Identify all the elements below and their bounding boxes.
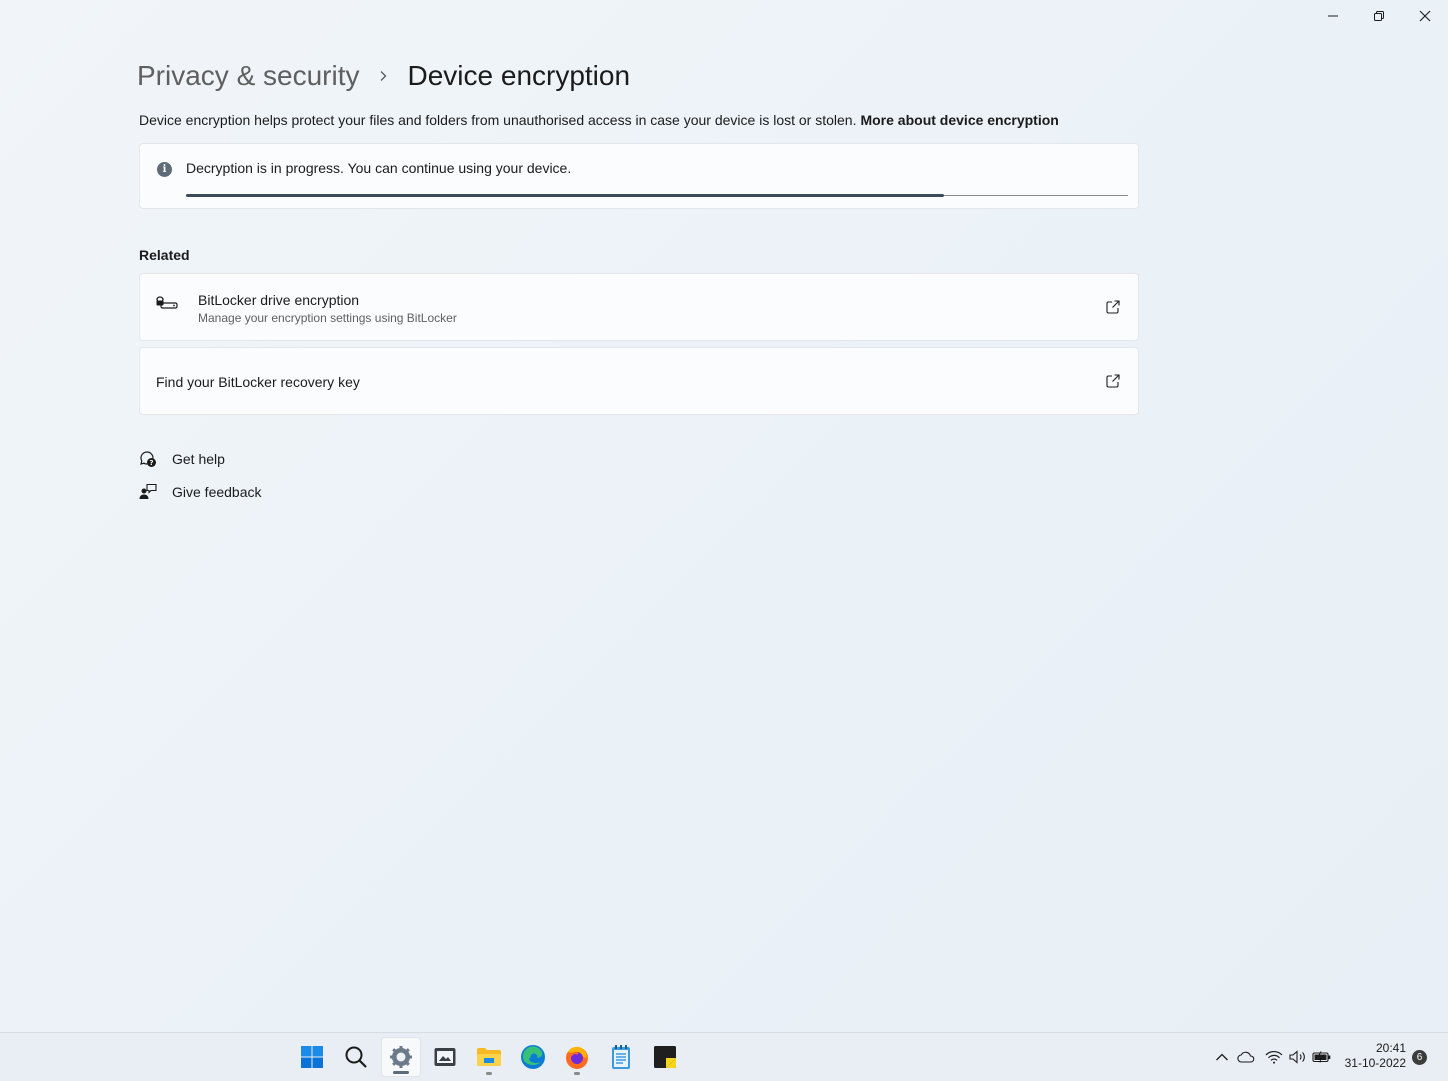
taskbar-notepad[interactable] (601, 1037, 641, 1077)
open-external-icon (1106, 300, 1120, 319)
snipping-tool-icon (434, 1048, 456, 1066)
wifi-icon (1265, 1051, 1283, 1064)
running-indicator (486, 1072, 492, 1075)
bitlocker-drive-encryption-link[interactable]: BitLocker drive encryption Manage your e… (139, 273, 1139, 341)
file-explorer-icon (477, 1048, 501, 1066)
get-help-link[interactable]: ? Get help (139, 450, 225, 468)
notepad-icon (612, 1045, 630, 1069)
taskbar-settings[interactable] (381, 1037, 421, 1077)
network-tray[interactable] (1264, 1047, 1284, 1067)
decryption-progress-bar (186, 194, 1128, 197)
start-icon (301, 1046, 323, 1068)
volume-tray[interactable] (1288, 1047, 1308, 1067)
start-button[interactable] (292, 1037, 332, 1077)
onedrive-icon (1237, 1051, 1255, 1063)
chevron-up-icon (1216, 1053, 1228, 1061)
running-indicator (574, 1072, 580, 1075)
battery-icon (1312, 1051, 1331, 1063)
search-button[interactable] (336, 1037, 376, 1077)
show-hidden-icons-button[interactable] (1212, 1047, 1232, 1067)
taskbar-edge[interactable] (513, 1037, 553, 1077)
more-about-link[interactable]: More about device encryption (860, 112, 1058, 128)
sticky-notes-icon (654, 1046, 676, 1068)
edge-icon (521, 1045, 545, 1069)
clock-date: 31-10-2022 (1344, 1056, 1406, 1070)
card-subtitle: Manage your encryption settings using Bi… (198, 311, 457, 325)
help-chat-icon: ? (139, 450, 157, 468)
notification-badge[interactable]: 6 (1412, 1050, 1427, 1065)
breadcrumb: Privacy & security Device encryption (137, 56, 630, 96)
active-indicator (393, 1071, 409, 1074)
volume-icon (1289, 1050, 1305, 1064)
taskbar-clock[interactable]: 20:41 31-10-2022 (1340, 1041, 1406, 1071)
taskbar-file-explorer[interactable] (469, 1037, 509, 1077)
firefox-icon (566, 1046, 588, 1069)
close-button[interactable] (1402, 0, 1448, 32)
bitlocker-drive-icon (156, 296, 178, 315)
info-icon: i (157, 162, 172, 177)
search-icon (345, 1046, 367, 1068)
status-card: i Decryption is in progress. You can con… (139, 143, 1139, 209)
settings-icon (390, 1046, 412, 1068)
breadcrumb-parent-link[interactable]: Privacy & security (137, 60, 360, 92)
find-recovery-key-link[interactable]: Find your BitLocker recovery key (139, 347, 1139, 415)
minimize-button[interactable] (1310, 0, 1356, 32)
give-feedback-link[interactable]: Give feedback (139, 483, 262, 501)
taskbar-sticky-notes[interactable] (645, 1037, 685, 1077)
clock-time: 20:41 (1375, 1041, 1406, 1055)
feedback-icon (139, 483, 157, 501)
card-title: BitLocker drive encryption (198, 292, 360, 308)
taskbar-snipping-tool[interactable] (425, 1037, 465, 1077)
related-section-title: Related (139, 247, 190, 263)
page-description: Device encryption helps protect your fil… (139, 112, 1059, 128)
taskbar-firefox[interactable] (557, 1037, 597, 1077)
chevron-right-icon (378, 70, 388, 82)
page-title: Device encryption (407, 60, 631, 91)
progress-fill (186, 194, 945, 197)
give-feedback-label: Give feedback (172, 484, 262, 500)
onedrive-tray[interactable] (1236, 1047, 1256, 1067)
restore-button[interactable] (1356, 0, 1402, 32)
status-message: Decryption is in progress. You can conti… (186, 160, 572, 176)
settings-window: Privacy & security Device encryption Dev… (0, 0, 1448, 1032)
card-title: Find your BitLocker recovery key (156, 374, 360, 390)
close-icon (1419, 10, 1431, 22)
get-help-label: Get help (172, 451, 225, 467)
battery-tray[interactable] (1312, 1047, 1332, 1067)
description-text: Device encryption helps protect your fil… (139, 112, 857, 128)
restore-icon (1374, 11, 1384, 21)
open-external-icon (1106, 374, 1120, 393)
minimize-icon (1328, 15, 1338, 17)
taskbar: 20:41 31-10-2022 6 (0, 1032, 1448, 1081)
svg-text:?: ? (149, 459, 153, 467)
